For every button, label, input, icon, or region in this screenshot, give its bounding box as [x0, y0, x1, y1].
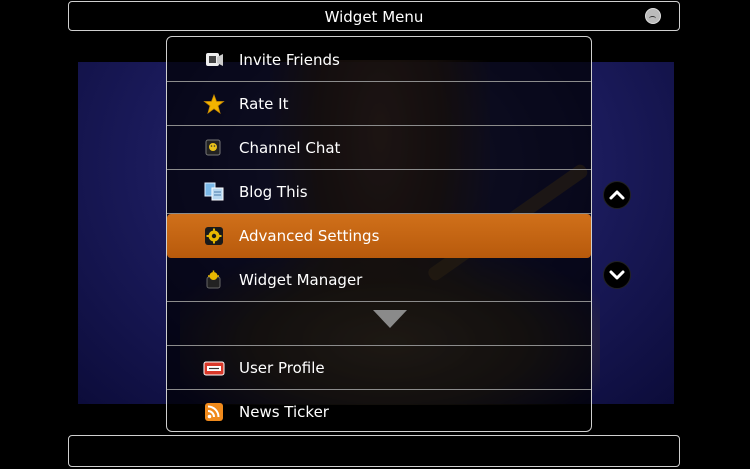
scroll-up-button[interactable] [603, 181, 631, 209]
widget-manager-icon [203, 270, 225, 290]
menu-item-label: Rate It [239, 95, 289, 113]
header-title: Widget Menu [324, 8, 424, 26]
menu-item-widget-manager[interactable]: Widget Manager [167, 258, 591, 302]
scroll-down-button[interactable] [603, 261, 631, 289]
menu-item-label: Advanced Settings [239, 227, 380, 245]
widget-menu: Invite Friends Rate It Channel Chat Blog… [166, 36, 592, 432]
menu-item-label: Widget Manager [239, 271, 363, 289]
menu-item-label: Blog This [239, 183, 308, 201]
blog-icon [203, 182, 225, 202]
menu-item-rate-it[interactable]: Rate It [167, 82, 591, 126]
menu-item-label: Channel Chat [239, 139, 341, 157]
chevron-down-icon [609, 270, 625, 280]
menu-item-advanced-settings[interactable]: Advanced Settings [167, 214, 591, 258]
more-items-arrow-icon [373, 310, 407, 328]
menu-item-channel-chat[interactable]: Channel Chat [167, 126, 591, 170]
invite-icon [203, 50, 225, 70]
menu-item-news-ticker[interactable]: News Ticker [167, 390, 591, 431]
gear-icon [203, 226, 225, 246]
menu-item-invite-friends[interactable]: Invite Friends [167, 38, 591, 82]
menu-item-label: Invite Friends [239, 51, 340, 69]
chat-icon [203, 138, 225, 158]
chevron-up-icon [609, 190, 625, 200]
menu-item-blog-this[interactable]: Blog This [167, 170, 591, 214]
rss-icon [203, 402, 225, 422]
menu-item-label: News Ticker [239, 403, 329, 421]
menu-item-label: User Profile [239, 359, 325, 377]
header-bar: Widget Menu [68, 1, 680, 31]
menu-more-separator [167, 302, 591, 346]
star-icon [203, 93, 225, 114]
close-icon[interactable] [645, 8, 661, 24]
menu-item-user-profile[interactable]: User Profile [167, 346, 591, 390]
profile-card-icon [203, 358, 225, 378]
footer-bar [68, 435, 680, 467]
